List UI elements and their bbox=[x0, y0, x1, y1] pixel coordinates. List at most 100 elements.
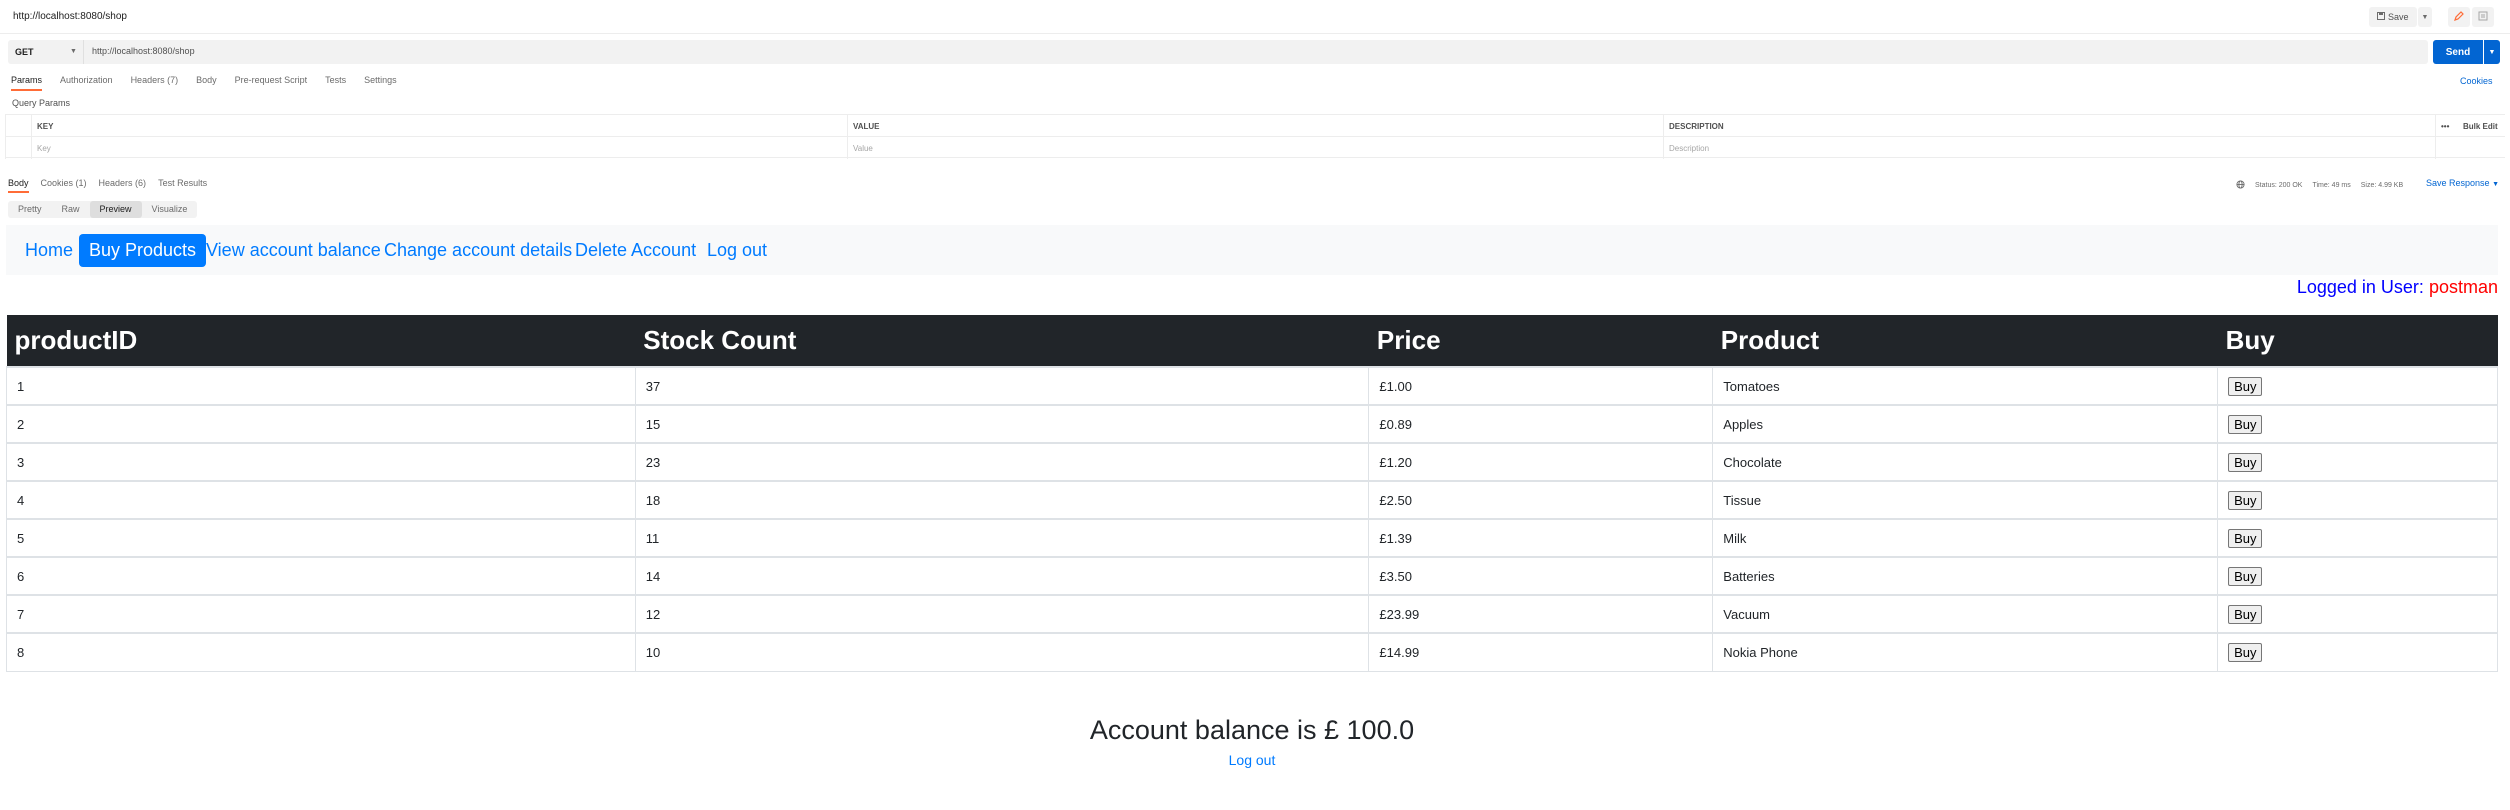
stock-count: 15 bbox=[634, 404, 1369, 443]
more-options-icon[interactable]: ••• bbox=[2441, 115, 2449, 137]
stock-count: 37 bbox=[634, 366, 1369, 405]
header-key: KEY bbox=[37, 122, 54, 131]
tab-response-headers[interactable]: Headers (6) bbox=[99, 178, 147, 193]
nav-change-account-details[interactable]: Change account details bbox=[384, 240, 572, 261]
bulk-edit-button[interactable]: Bulk Edit bbox=[2463, 115, 2498, 137]
product-id: 8 bbox=[6, 632, 636, 672]
response-view-tabs: Pretty Raw Preview Visualize bbox=[8, 201, 198, 218]
response-preview: Home Buy Products View account balance C… bbox=[6, 225, 2504, 810]
tab-raw[interactable]: Raw bbox=[52, 201, 90, 218]
buy-cell: Buy bbox=[2217, 556, 2498, 595]
tab-headers[interactable]: Headers (7) bbox=[131, 75, 179, 91]
method-select[interactable]: GET ▼ bbox=[8, 40, 84, 64]
edit-button[interactable] bbox=[2448, 7, 2470, 27]
tab-settings[interactable]: Settings bbox=[364, 75, 397, 91]
buy-button[interactable]: Buy bbox=[2228, 376, 2263, 396]
save-response-label: Save Response bbox=[2426, 178, 2490, 188]
tab-preview[interactable]: Preview bbox=[89, 201, 142, 218]
nav-home[interactable]: Home bbox=[25, 240, 73, 261]
buy-button[interactable]: Buy bbox=[2228, 490, 2263, 510]
logged-in-user: Logged in User: postman bbox=[2297, 277, 2498, 298]
table-header-row: productID Stock Count Price Product Buy bbox=[6, 315, 2498, 367]
send-button[interactable]: Send bbox=[2433, 40, 2483, 64]
send-dropdown-button[interactable]: ▼ bbox=[2484, 40, 2500, 64]
product-id: 4 bbox=[6, 480, 636, 519]
stock-count: 10 bbox=[634, 632, 1369, 672]
product-id: 1 bbox=[6, 366, 636, 405]
tab-body[interactable]: Body bbox=[196, 75, 217, 91]
save-button[interactable]: Save bbox=[2369, 7, 2417, 27]
url-bar: GET ▼ bbox=[8, 40, 2428, 64]
buy-button[interactable]: Buy bbox=[2228, 414, 2263, 434]
save-response-button[interactable]: Save Response ▼ bbox=[2426, 178, 2499, 188]
chevron-down-icon: ▼ bbox=[70, 48, 77, 55]
tab-params[interactable]: Params bbox=[11, 75, 43, 91]
tab-authorization[interactable]: Authorization bbox=[60, 75, 113, 91]
product-name: Vacuum bbox=[1712, 594, 2218, 633]
chevron-down-icon: ▼ bbox=[2492, 181, 2499, 188]
page-navbar: Home Buy Products View account balance C… bbox=[6, 225, 2498, 275]
buy-button[interactable]: Buy bbox=[2228, 604, 2263, 624]
buy-button[interactable]: Buy bbox=[2228, 452, 2263, 472]
header-product: Product bbox=[1712, 315, 2218, 367]
header-buy: Buy bbox=[2217, 315, 2498, 367]
query-params-label: Query Params bbox=[12, 98, 71, 108]
tab-tests[interactable]: Tests bbox=[325, 75, 346, 91]
buy-cell: Buy bbox=[2217, 632, 2498, 672]
request-title-bar: http://localhost:8080/shop Save ▼ bbox=[0, 0, 2510, 34]
product-id: 5 bbox=[6, 518, 636, 557]
product-name: Milk bbox=[1712, 518, 2218, 557]
stock-count: 12 bbox=[634, 594, 1369, 633]
value-input[interactable]: Value bbox=[853, 137, 873, 159]
params-header-row: KEY VALUE DESCRIPTION ••• Bulk Edit bbox=[5, 115, 2505, 137]
header-value: VALUE bbox=[853, 122, 880, 131]
save-label: Save bbox=[2388, 12, 2409, 22]
table-row: 1 37 £1.00 Tomatoes Buy bbox=[6, 366, 2498, 405]
stock-count: 14 bbox=[634, 556, 1369, 595]
buy-button[interactable]: Buy bbox=[2228, 566, 2263, 586]
description-input[interactable]: Description bbox=[1669, 137, 1709, 159]
time-text: Time: 49 ms bbox=[2312, 181, 2351, 189]
tab-visualize[interactable]: Visualize bbox=[142, 201, 198, 218]
status-text: Status: 200 OK bbox=[2255, 181, 2303, 189]
request-tabs: Params Authorization Headers (7) Body Pr… bbox=[11, 75, 397, 91]
buy-button[interactable]: Buy bbox=[2228, 528, 2263, 548]
documentation-button[interactable] bbox=[2472, 7, 2494, 27]
tab-test-results[interactable]: Test Results bbox=[158, 178, 207, 193]
product-name: Batteries bbox=[1712, 556, 2218, 595]
header-product-id: productID bbox=[6, 315, 636, 367]
tab-pre-request-script[interactable]: Pre-request Script bbox=[235, 75, 308, 91]
product-name: Nokia Phone bbox=[1712, 632, 2218, 672]
stock-count: 18 bbox=[634, 480, 1369, 519]
cookies-link[interactable]: Cookies bbox=[2460, 76, 2493, 86]
product-name: Tissue bbox=[1712, 480, 2218, 519]
tab-pretty[interactable]: Pretty bbox=[8, 201, 52, 218]
price: £3.50 bbox=[1368, 556, 1713, 595]
nav-log-out[interactable]: Log out bbox=[707, 240, 767, 261]
tab-response-cookies[interactable]: Cookies (1) bbox=[41, 178, 87, 193]
price: £0.89 bbox=[1368, 404, 1713, 443]
header-description: DESCRIPTION bbox=[1669, 122, 1724, 131]
globe-icon[interactable] bbox=[2236, 179, 2245, 191]
buy-button[interactable]: Buy bbox=[2228, 642, 2263, 662]
product-name: Tomatoes bbox=[1712, 366, 2218, 405]
tab-response-body[interactable]: Body bbox=[8, 178, 29, 193]
logged-in-username: postman bbox=[2428, 277, 2498, 297]
key-input[interactable]: Key bbox=[37, 137, 51, 159]
buy-cell: Buy bbox=[2217, 594, 2498, 633]
response-tabs: Body Cookies (1) Headers (6) Test Result… bbox=[8, 178, 207, 193]
products-table: productID Stock Count Price Product Buy … bbox=[6, 315, 2498, 672]
price: £1.00 bbox=[1368, 366, 1713, 405]
nav-view-account-balance[interactable]: View account balance bbox=[206, 240, 381, 261]
product-name: Chocolate bbox=[1712, 442, 2218, 481]
nav-buy-products[interactable]: Buy Products bbox=[79, 234, 207, 267]
save-dropdown-button[interactable]: ▼ bbox=[2418, 7, 2432, 27]
stock-count: 23 bbox=[634, 442, 1369, 481]
table-row: 5 11 £1.39 Milk Buy bbox=[6, 518, 2498, 557]
chevron-down-icon: ▼ bbox=[2421, 13, 2429, 21]
request-title[interactable]: http://localhost:8080/shop bbox=[13, 11, 127, 22]
nav-delete-account[interactable]: Delete Account bbox=[575, 240, 696, 261]
logout-link[interactable]: Log out bbox=[6, 752, 2498, 768]
product-id: 6 bbox=[6, 556, 636, 595]
url-input[interactable] bbox=[92, 46, 1292, 56]
